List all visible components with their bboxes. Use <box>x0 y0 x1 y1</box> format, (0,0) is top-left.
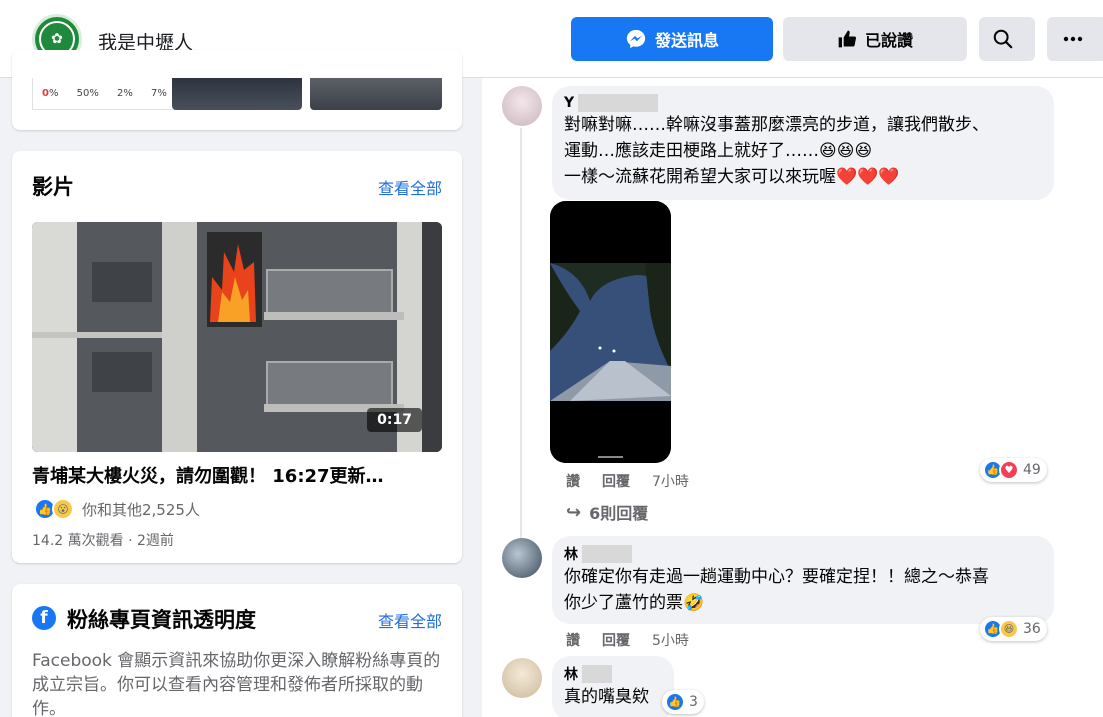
avatar[interactable] <box>502 86 542 126</box>
video-reactions[interactable]: 👍 😮 你和其他2,525人 <box>34 498 200 520</box>
reactions-text: 你和其他2,525人 <box>82 500 200 519</box>
comment-actions: 讚 回覆 7小時 <box>566 471 711 491</box>
search-button[interactable] <box>979 17 1035 61</box>
comment-line: 對嘛對嘛……幹嘛沒事蓋那麼漂亮的步道，讓我們散步、 <box>564 115 989 135</box>
reaction-count: 36 <box>1023 621 1041 637</box>
transparency-text: Facebook 會顯示資訊來協助你更深入瞭解粉絲專頁的成立宗旨。你可以查看內容… <box>32 651 441 717</box>
facebook-icon: f <box>32 606 56 630</box>
like-link[interactable]: 讚 <box>566 471 580 491</box>
avatar[interactable] <box>502 658 542 698</box>
video-views: 14.2 萬次觀看 · 2週前 <box>32 533 174 549</box>
send-message-button[interactable]: 發送訊息 <box>571 17 773 61</box>
reaction-badge[interactable]: 👍 ♥ 49 <box>980 458 1047 482</box>
more-button[interactable] <box>1047 17 1103 61</box>
wow-reaction-icon: 😮 <box>52 498 74 520</box>
photo-thumbnail[interactable] <box>172 78 302 110</box>
comment-line: 真的嘴臭欸 <box>564 687 649 707</box>
liked-button[interactable]: 已說讚 <box>783 17 967 61</box>
comment-time[interactable]: 5小時 <box>652 630 689 650</box>
reply-arrow-icon: ↪ <box>566 501 582 523</box>
videos-title: 影片 <box>32 175 74 199</box>
video-thumbnail[interactable]: 0:17 <box>32 222 442 452</box>
photos-card: 0% 50% 2% 7% <box>12 50 462 130</box>
comment-line: 你確定你有走過一趟運動中心？要確定捏！！總之～恭喜 <box>564 567 989 587</box>
messenger-icon <box>626 29 646 49</box>
comment-line: 你少了蘆竹的票🤣 <box>564 593 705 613</box>
thumbs-up-icon <box>838 30 857 48</box>
avatar[interactable] <box>502 538 542 578</box>
commenter-name[interactable]: Y <box>564 94 1042 112</box>
comment-actions: 讚 回覆 5小時 <box>566 630 711 650</box>
night-walkway-image <box>550 201 671 463</box>
commenter-name[interactable]: 林 <box>564 664 662 684</box>
reply-link[interactable]: 回覆 <box>602 630 630 650</box>
comment-photo[interactable] <box>550 201 671 463</box>
love-reaction-icon: ♥ <box>999 460 1019 480</box>
like-link[interactable]: 讚 <box>566 630 580 650</box>
redacted-name <box>578 94 659 112</box>
redacted-name <box>582 545 632 563</box>
comment-bubble: 林 真的嘴臭欸 <box>552 656 674 717</box>
stat-item: 50% <box>76 88 99 99</box>
stats-thumbnail[interactable]: 0% 50% 2% 7% <box>32 78 177 110</box>
search-icon <box>993 29 1013 49</box>
replies-count: 6則回覆 <box>589 504 649 523</box>
comment-bubble: 林 你確定你有走過一趟運動中心？要確定捏！！總之～恭喜 你少了蘆竹的票🤣 <box>552 536 1054 624</box>
view-replies-link[interactable]: ↪ 6則回覆 <box>566 500 648 524</box>
videos-see-all-link[interactable]: 查看全部 <box>378 175 442 199</box>
transparency-title: 粉絲專頁資訊透明度 <box>67 608 256 632</box>
comment-bubble: Y 對嘛對嘛……幹嘛沒事蓋那麼漂亮的步道，讓我們散步、 運動…應該走田梗路上就好… <box>552 86 1054 200</box>
comment-line: 一樣～流蘇花開希望大家可以來玩喔❤️❤️❤️ <box>564 167 900 187</box>
video-duration: 0:17 <box>367 408 422 432</box>
reaction-badge[interactable]: 👍 😆 36 <box>980 617 1047 641</box>
like-reaction-icon: 👍 <box>665 692 685 712</box>
commenter-name[interactable]: 林 <box>564 544 1042 564</box>
comments-feed: Y 對嘛對嘛……幹嘛沒事蓋那麼漂亮的步道，讓我們散步、 運動…應該走田梗路上就好… <box>482 78 1103 717</box>
stat-item: 2% <box>117 88 133 99</box>
video-title[interactable]: 青埔某大樓火災，請勿圍觀！ 16:27更新… <box>32 462 384 488</box>
redacted-name <box>582 665 612 683</box>
more-icon <box>1063 36 1083 42</box>
reaction-count: 3 <box>689 694 698 710</box>
reply-link[interactable]: 回覆 <box>602 471 630 491</box>
reaction-count: 49 <box>1023 462 1041 478</box>
stat-item: 0% <box>42 88 59 99</box>
transparency-see-all-link[interactable]: 查看全部 <box>378 608 442 632</box>
stat-item: 7% <box>151 88 167 99</box>
send-message-label: 發送訊息 <box>654 31 719 50</box>
comment-time[interactable]: 7小時 <box>652 471 689 491</box>
reaction-badge[interactable]: 👍 3 <box>662 690 704 714</box>
thread-line <box>520 128 522 568</box>
comment-line: 運動…應該走田梗路上就好了……😆😆😆 <box>564 141 873 161</box>
videos-card: 影片 查看全部 0:17 青埔某大樓火災，請勿圍觀！ 16:27更新… 👍 😮 … <box>12 151 462 563</box>
haha-reaction-icon: 😆 <box>999 619 1019 639</box>
liked-label: 已說讚 <box>864 31 913 50</box>
page-transparency-card: f 粉絲專頁資訊透明度 查看全部 Facebook 會顯示資訊來協助你更深入瞭解… <box>12 584 462 717</box>
photo-thumbnail[interactable] <box>310 78 442 110</box>
